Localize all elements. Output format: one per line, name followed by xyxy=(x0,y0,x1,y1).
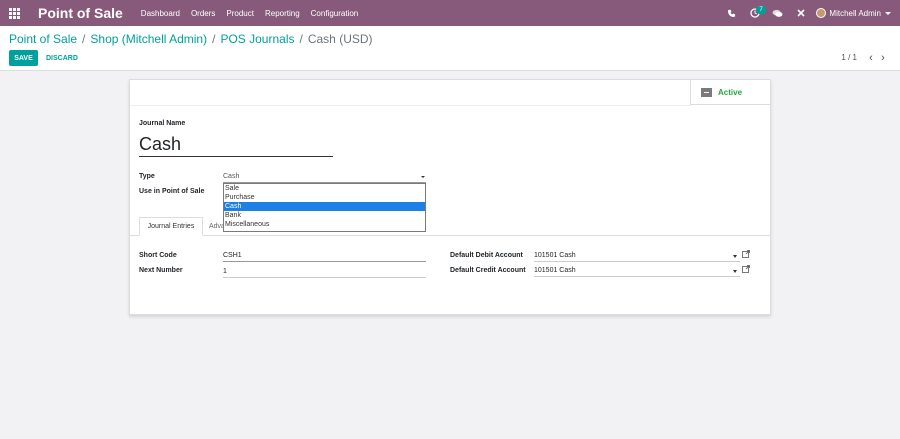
default-credit-account-value: 101501 Cash xyxy=(534,267,576,274)
tab-journal-entries[interactable]: Journal Entries xyxy=(139,217,203,236)
activity-clock-icon[interactable]: 7 xyxy=(743,0,766,26)
menu-product[interactable]: Product xyxy=(226,9,254,18)
breadcrumb-pos-journals[interactable]: POS Journals xyxy=(220,32,294,46)
apps-menu-icon[interactable] xyxy=(1,0,27,26)
pager-previous-button[interactable]: ‹ xyxy=(865,52,877,63)
breadcrumb-point-of-sale[interactable]: Point of Sale xyxy=(9,32,77,46)
avatar xyxy=(816,8,827,18)
default-debit-account-value: 101501 Cash xyxy=(534,252,576,259)
pager-value[interactable]: 1 / 1 xyxy=(841,53,857,62)
active-toggle-button[interactable]: Active xyxy=(690,80,770,105)
breadcrumb-shop[interactable]: Shop (Mitchell Admin) xyxy=(90,32,207,46)
type-option-bank[interactable]: Bank xyxy=(224,211,425,220)
use-in-pos-label: Use in Point of Sale xyxy=(139,188,205,195)
chevron-down-icon[interactable] xyxy=(733,270,737,273)
type-option-purchase[interactable]: Purchase xyxy=(224,193,425,202)
journal-name-input[interactable]: Cash xyxy=(139,133,333,157)
user-menu[interactable]: Mitchell Admin xyxy=(816,8,891,18)
phone-icon[interactable] xyxy=(720,0,743,26)
type-option-miscellaneous[interactable]: Miscellaneous xyxy=(224,220,425,229)
close-icon[interactable] xyxy=(789,0,812,26)
external-link-icon[interactable] xyxy=(742,250,750,260)
type-option-sale[interactable]: Sale xyxy=(224,184,425,193)
divider xyxy=(130,105,691,106)
menu-reporting[interactable]: Reporting xyxy=(265,9,300,18)
discard-button[interactable]: DISCARD xyxy=(46,50,78,66)
menu-dashboard[interactable]: Dashboard xyxy=(141,9,180,18)
user-name: Mitchell Admin xyxy=(829,8,881,18)
chevron-down-icon[interactable] xyxy=(733,255,737,258)
external-link-icon[interactable] xyxy=(742,265,750,275)
top-navbar: Point of Sale Dashboard Orders Product R… xyxy=(0,0,900,26)
type-dropdown: Sale Purchase Cash Bank Miscellaneous xyxy=(223,183,426,232)
short-code-input[interactable]: CSH1 xyxy=(223,250,426,262)
next-number-input[interactable]: 1 xyxy=(223,266,426,278)
breadcrumb: Point of Sale / Shop (Mitchell Admin) / POS … xyxy=(9,32,373,46)
default-debit-account-label: Default Debit Account xyxy=(450,252,523,259)
default-credit-account-label: Default Credit Account xyxy=(450,267,526,274)
archive-icon xyxy=(701,87,712,97)
type-select[interactable]: Cash xyxy=(223,171,426,183)
type-select-value: Cash xyxy=(223,173,240,180)
control-panel: Point of Sale / Shop (Mitchell Admin) / POS … xyxy=(0,26,900,71)
default-debit-account-input[interactable]: 101501 Cash xyxy=(534,250,740,262)
systray: 7 Mitchell Admin xyxy=(720,0,900,26)
breadcrumb-current: Cash (USD) xyxy=(307,32,373,46)
save-button[interactable]: SAVE xyxy=(9,50,38,66)
menu-configuration[interactable]: Configuration xyxy=(311,9,359,18)
short-code-label: Short Code xyxy=(139,252,177,259)
menu-orders[interactable]: Orders xyxy=(191,9,215,18)
pager: 1 / 1 ‹ › xyxy=(841,52,889,63)
type-option-cash[interactable]: Cash xyxy=(224,202,425,211)
activity-count-badge: 7 xyxy=(756,6,766,14)
chevron-down-icon xyxy=(421,176,425,178)
journal-name-label: Journal Name xyxy=(139,120,186,127)
chevron-down-icon xyxy=(885,11,891,15)
form-sheet: Active Journal Name Cash Type Cash Sale … xyxy=(129,79,771,315)
main-menu: Dashboard Orders Product Reporting Confi… xyxy=(141,9,369,18)
messages-icon[interactable] xyxy=(766,0,789,26)
type-label: Type xyxy=(139,173,155,180)
default-credit-account-input[interactable]: 101501 Cash xyxy=(534,265,740,277)
app-name[interactable]: Point of Sale xyxy=(38,5,123,21)
pager-next-button[interactable]: › xyxy=(877,52,889,63)
next-number-label: Next Number xyxy=(139,267,183,274)
active-label: Active xyxy=(718,87,743,97)
